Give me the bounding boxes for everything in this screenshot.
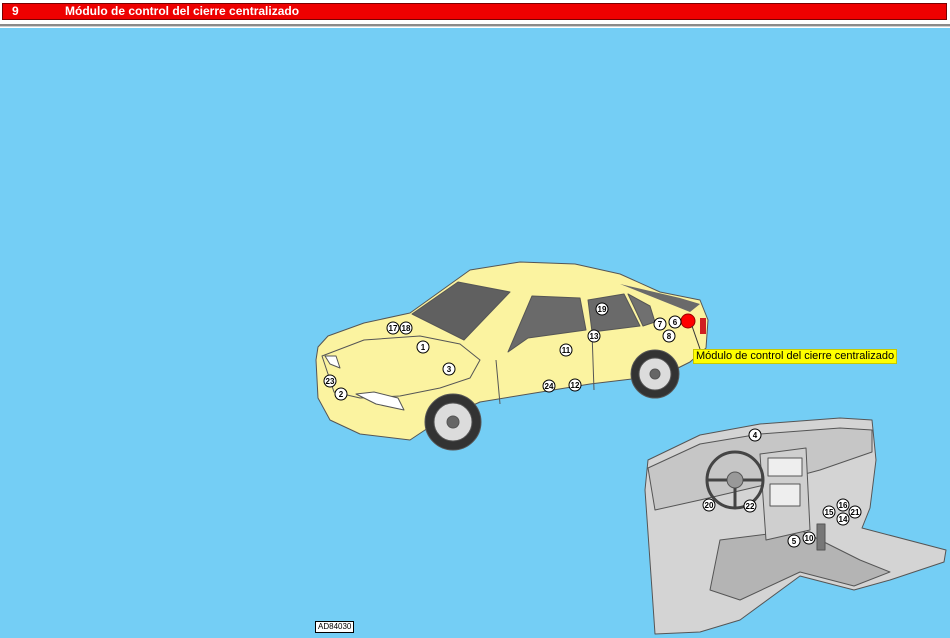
svg-text:4: 4 <box>753 431 758 440</box>
callout-14[interactable]: 14 <box>836 512 850 526</box>
svg-text:12: 12 <box>571 381 580 390</box>
svg-text:3: 3 <box>447 365 452 374</box>
svg-text:20: 20 <box>705 501 714 510</box>
svg-text:17: 17 <box>389 324 398 333</box>
svg-text:11: 11 <box>562 346 571 355</box>
callout-20[interactable]: 20 <box>702 498 716 512</box>
diagram-canvas: 1 2 3 4 5 6 7 8 10 11 12 13 14 15 16 17 … <box>0 28 950 638</box>
svg-text:7: 7 <box>658 320 663 329</box>
callout-6[interactable]: 6 <box>668 315 682 329</box>
callout-16[interactable]: 16 <box>836 498 850 512</box>
svg-text:10: 10 <box>805 534 814 543</box>
svg-text:24: 24 <box>545 382 554 391</box>
component-tooltip: Módulo de control del cierre centralizad… <box>693 349 898 364</box>
callout-1[interactable]: 1 <box>416 340 430 354</box>
callout-17[interactable]: 17 <box>386 321 400 335</box>
callout-19[interactable]: 19 <box>595 302 609 316</box>
svg-text:2: 2 <box>339 390 344 399</box>
callout-22[interactable]: 22 <box>743 499 757 513</box>
svg-text:18: 18 <box>402 324 411 333</box>
svg-text:5: 5 <box>792 537 797 546</box>
callout-2[interactable]: 2 <box>334 387 348 401</box>
callout-4[interactable]: 4 <box>748 428 762 442</box>
svg-text:15: 15 <box>825 508 834 517</box>
callout-12[interactable]: 12 <box>568 378 582 392</box>
callout-3[interactable]: 3 <box>442 362 456 376</box>
svg-text:22: 22 <box>746 502 755 511</box>
callout-13[interactable]: 13 <box>587 329 601 343</box>
callout-15[interactable]: 15 <box>822 505 836 519</box>
svg-text:16: 16 <box>839 501 848 510</box>
callout-21[interactable]: 21 <box>848 505 862 519</box>
callout-8[interactable]: 8 <box>662 329 676 343</box>
callout-5[interactable]: 5 <box>787 534 801 548</box>
callout-11[interactable]: 11 <box>559 343 573 357</box>
callout-7[interactable]: 7 <box>653 317 667 331</box>
svg-text:23: 23 <box>326 377 335 386</box>
callout-23[interactable]: 23 <box>323 374 337 388</box>
callout-18[interactable]: 18 <box>399 321 413 335</box>
highlighted-component-marker[interactable] <box>680 313 696 329</box>
svg-text:1: 1 <box>421 343 426 352</box>
callout-24[interactable]: 24 <box>542 379 556 393</box>
svg-text:21: 21 <box>851 508 860 517</box>
svg-text:14: 14 <box>839 515 848 524</box>
svg-text:13: 13 <box>590 332 599 341</box>
svg-text:6: 6 <box>673 318 678 327</box>
svg-text:8: 8 <box>667 332 672 341</box>
callout-10[interactable]: 10 <box>802 531 816 545</box>
reference-code: AD84030 <box>315 621 355 633</box>
svg-text:19: 19 <box>598 305 607 314</box>
